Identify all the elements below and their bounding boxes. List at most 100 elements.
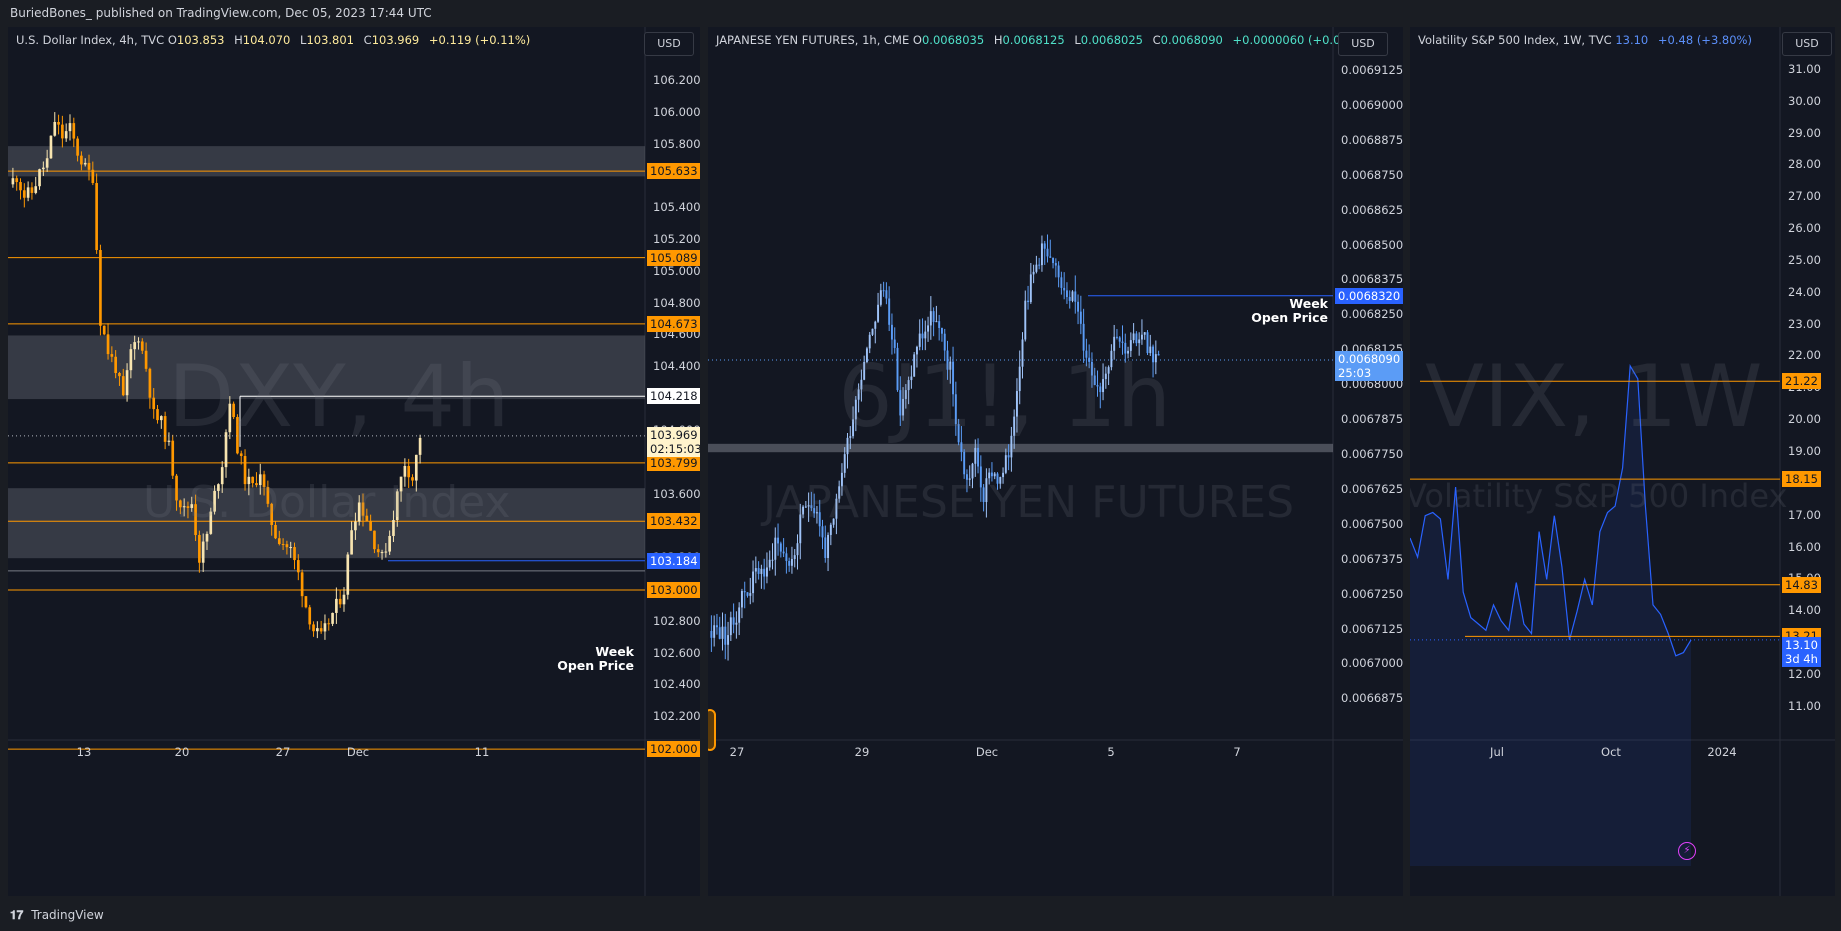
6j-candle <box>715 625 718 628</box>
vix-level-tag: 18.15 <box>1782 471 1821 488</box>
dxy-candle <box>64 131 68 139</box>
dxy-candle <box>308 607 312 625</box>
6j-candle <box>907 380 910 391</box>
6j-y-tick: 0.0068375 <box>1341 272 1403 287</box>
6j-y-tick: 0.0068500 <box>1341 237 1403 252</box>
alert-icon[interactable]: ⚡ <box>1678 842 1696 860</box>
6j-candle <box>949 361 952 370</box>
6j-candle <box>1140 334 1143 340</box>
6j-candle <box>990 472 993 477</box>
6j-candle <box>1157 354 1160 356</box>
dxy-currency-button[interactable]: USD <box>644 32 694 56</box>
dxy-candle <box>289 547 293 549</box>
6j-candle <box>1049 256 1052 258</box>
6j-candle <box>788 560 791 566</box>
6j-candle <box>1043 243 1046 249</box>
dxy-chart-canvas[interactable] <box>8 27 700 896</box>
dxy-o-label: O <box>167 33 177 47</box>
6j-x-tick: Dec <box>975 745 999 759</box>
6j-candle <box>796 543 799 556</box>
6j-currency-button[interactable]: USD <box>1338 32 1388 56</box>
footer-brand[interactable]: TradingView <box>31 908 104 922</box>
6j-candle <box>952 361 955 395</box>
6j-candle <box>965 474 968 480</box>
6j-candle <box>749 593 752 596</box>
6j-candle <box>979 466 982 488</box>
6j-y-tick: 0.0067250 <box>1341 586 1403 601</box>
6j-candle <box>1074 291 1077 302</box>
6j-candle <box>1124 342 1127 354</box>
vix-currency-button[interactable]: USD <box>1782 32 1832 56</box>
collapse-handle[interactable] <box>708 709 716 751</box>
6j-chart-canvas[interactable] <box>708 27 1403 896</box>
6j-countdown: 25:03 <box>1338 366 1372 381</box>
6j-candle <box>1107 367 1110 374</box>
chart-panel-6j[interactable]: 6J1!, 1h JAPANESE YEN FUTURES JAPANESE Y… <box>708 27 1403 896</box>
6j-candle <box>1015 391 1018 417</box>
dxy-zone <box>8 488 645 559</box>
dxy-candle <box>179 500 182 508</box>
dxy-candle <box>243 455 247 485</box>
dxy-candle <box>338 598 342 605</box>
6j-candle <box>940 327 943 334</box>
vix-y-tick: 29.00 <box>1788 125 1821 140</box>
6j-candle <box>1138 339 1141 344</box>
dxy-candle <box>285 544 289 548</box>
6j-candle <box>846 437 849 455</box>
chart-panel-dxy[interactable]: DXY, 4h U.S. Dollar Index U.S. Dollar In… <box>8 27 700 896</box>
vix-y-tick: 16.00 <box>1788 539 1821 554</box>
vix-last-price-value: 13.10 <box>1785 637 1818 652</box>
dxy-candle <box>331 612 334 624</box>
6j-candle <box>988 472 991 479</box>
dxy-candle <box>167 440 171 442</box>
6j-x-tick: 5 <box>1107 745 1115 759</box>
6j-y-tick: 0.0067750 <box>1341 447 1403 461</box>
6j-candle <box>1040 243 1043 266</box>
6j-candle <box>1007 455 1010 458</box>
dxy-y-tick: 105.200 <box>653 232 700 246</box>
6j-candle <box>779 543 782 552</box>
6j-candle <box>740 591 743 608</box>
dxy-candle <box>346 554 350 595</box>
dxy-candle <box>68 123 72 132</box>
dxy-candle <box>121 376 125 396</box>
dxy-candle <box>399 476 403 492</box>
6j-candle <box>938 321 941 328</box>
6j-candle <box>838 486 841 499</box>
vix-chart-canvas[interactable] <box>1410 27 1835 896</box>
6j-candle <box>915 346 918 355</box>
6j-candle <box>993 473 996 477</box>
6j-candle <box>774 537 777 560</box>
dxy-candle <box>236 416 239 454</box>
vix-y-tick: 19.00 <box>1788 444 1821 458</box>
dxy-candle <box>251 476 254 484</box>
6j-candle <box>849 436 852 438</box>
6j-candle <box>918 333 921 347</box>
dxy-candle <box>34 186 38 193</box>
6j-candle <box>768 559 771 568</box>
6j-candle <box>785 553 788 561</box>
dxy-candle <box>140 341 144 351</box>
chart-panel-vix[interactable]: VIX, 1W Volatility S&P 500 Index Volatil… <box>1410 27 1835 896</box>
dxy-candle <box>342 594 346 605</box>
6j-candle <box>752 571 755 594</box>
6j-candle <box>1068 297 1071 301</box>
6j-candle <box>1118 337 1121 342</box>
dxy-candle <box>118 372 121 377</box>
6j-candle <box>899 390 902 416</box>
6j-candle <box>1065 290 1068 298</box>
6j-open: 0.0068035 <box>921 33 985 47</box>
6j-last-price-tag: 0.0068090 25:03 <box>1335 351 1403 382</box>
vix-y-tick: 28.00 <box>1788 157 1821 172</box>
dxy-candle <box>102 325 106 335</box>
6j-candle <box>743 591 746 593</box>
dxy-candle <box>22 190 26 198</box>
6j-candle <box>1121 341 1124 343</box>
6j-candle <box>1057 265 1060 278</box>
6j-candle <box>724 626 727 645</box>
dxy-y-tick: 102.400 <box>653 677 700 692</box>
tradingview-logo-icon[interactable]: 𝟏𝟕 <box>10 908 23 922</box>
6j-candle <box>910 376 913 381</box>
6j-candle <box>1035 264 1038 272</box>
6j-candle <box>890 324 893 340</box>
